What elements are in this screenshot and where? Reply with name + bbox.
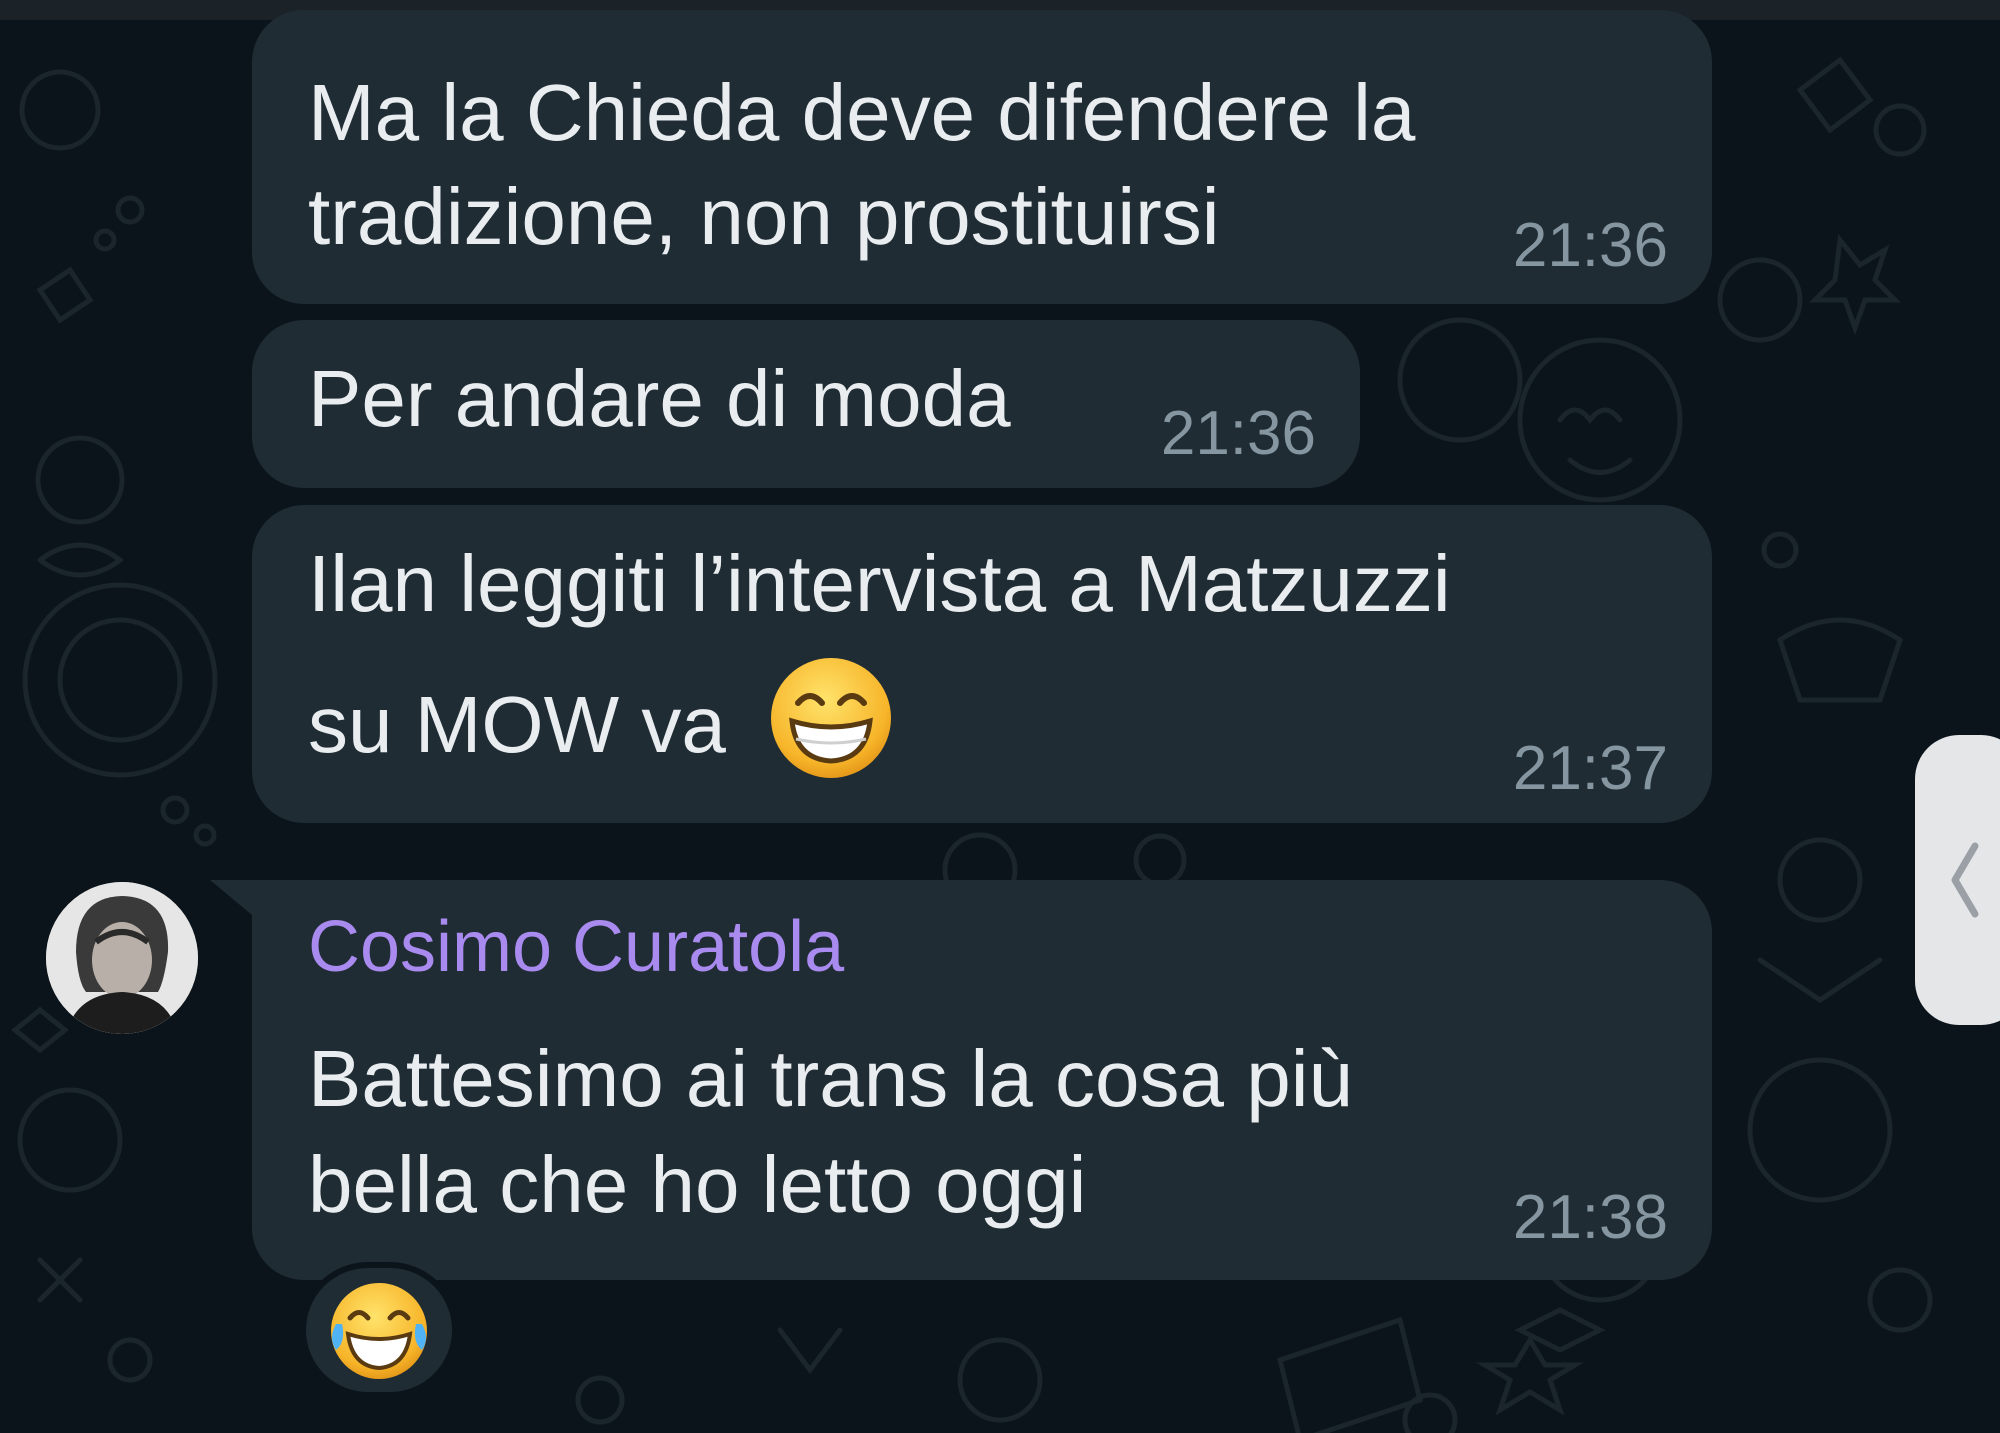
message-text-fragment: su MOW va: [308, 680, 726, 770]
message-timestamp: 21:38: [1512, 1183, 1668, 1252]
message-text-line: Ilan leggiti l’intervista a Matzuzzi: [308, 539, 1451, 628]
message-reaction[interactable]: [300, 1262, 458, 1398]
grinning-face-icon: [768, 655, 894, 807]
message-timestamp: 21:37: [1512, 734, 1668, 803]
message-bubble[interactable]: Ma la Chieda deve difendere la tradizion…: [252, 10, 1712, 304]
sender-name[interactable]: Cosimo Curatola: [308, 906, 844, 988]
sender-avatar[interactable]: [46, 882, 198, 1034]
message-text-line: su MOW va: [308, 655, 894, 807]
message-text-line: Battesimo ai trans la cosa più: [308, 1034, 1353, 1123]
chevron-left-icon: [1945, 840, 1985, 925]
message-bubble[interactable]: Ilan leggiti l’intervista a Matzuzzi su …: [252, 505, 1712, 823]
message-bubble[interactable]: Cosimo Curatola Battesimo ai trans la co…: [252, 880, 1712, 1280]
face-with-tears-of-joy-icon: [328, 1280, 430, 1387]
message-text-line: Per andare di moda: [308, 354, 1011, 443]
side-panel-handle[interactable]: [1915, 735, 2000, 1025]
message-bubble[interactable]: Per andare di moda 21:36: [252, 320, 1360, 488]
message-text-line: bella che ho letto oggi: [308, 1140, 1087, 1229]
message-text-line: tradizione, non prostituirsi: [308, 172, 1220, 261]
message-timestamp: 21:36: [1512, 211, 1668, 280]
message-timestamp: 21:36: [1160, 399, 1316, 468]
message-text-line: Ma la Chieda deve difendere la: [308, 68, 1416, 157]
